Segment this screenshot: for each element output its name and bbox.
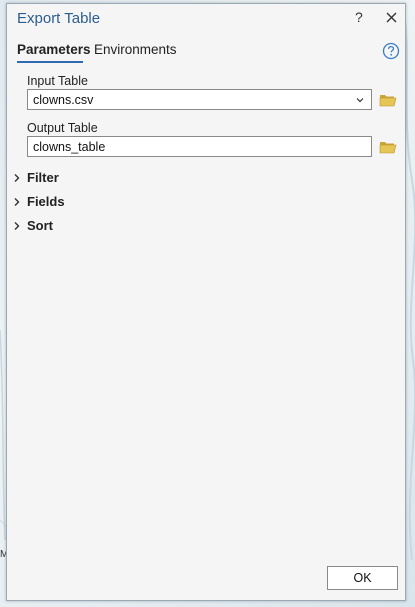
- tab-environments[interactable]: Environments: [94, 42, 177, 57]
- title-bar: Export Table ?: [7, 4, 405, 34]
- input-table-label: Input Table: [27, 74, 88, 88]
- chevron-right-icon: [14, 174, 20, 182]
- close-icon: [386, 12, 397, 23]
- folder-icon: [379, 142, 397, 154]
- chevron-right-icon: [14, 198, 20, 206]
- close-button[interactable]: [383, 6, 401, 28]
- question-circle-icon: [382, 42, 400, 60]
- output-table-value: clowns_table: [33, 140, 106, 154]
- ok-button[interactable]: OK: [327, 566, 398, 590]
- chevron-down-icon: [356, 98, 364, 103]
- section-filter-label: Filter: [27, 170, 59, 185]
- output-table-field[interactable]: clowns_table: [27, 136, 372, 157]
- section-sort-label: Sort: [27, 218, 53, 233]
- help-button[interactable]: ?: [355, 9, 363, 25]
- output-table-browse-button[interactable]: [379, 140, 397, 154]
- tool-help-button[interactable]: [382, 42, 400, 60]
- input-table-dropdown[interactable]: clowns.csv: [27, 89, 372, 110]
- dialog-title: Export Table: [17, 10, 101, 27]
- tab-parameters[interactable]: Parameters: [17, 42, 91, 57]
- output-table-label: Output Table: [27, 121, 98, 135]
- input-table-value: clowns.csv: [33, 93, 94, 107]
- section-fields-label: Fields: [27, 194, 65, 209]
- input-table-browse-button[interactable]: [379, 93, 397, 107]
- folder-icon: [379, 95, 397, 107]
- active-tab-indicator: [17, 61, 83, 63]
- chevron-right-icon: [14, 222, 20, 230]
- export-table-dialog: Export Table ? Parameters Environments I…: [6, 3, 406, 601]
